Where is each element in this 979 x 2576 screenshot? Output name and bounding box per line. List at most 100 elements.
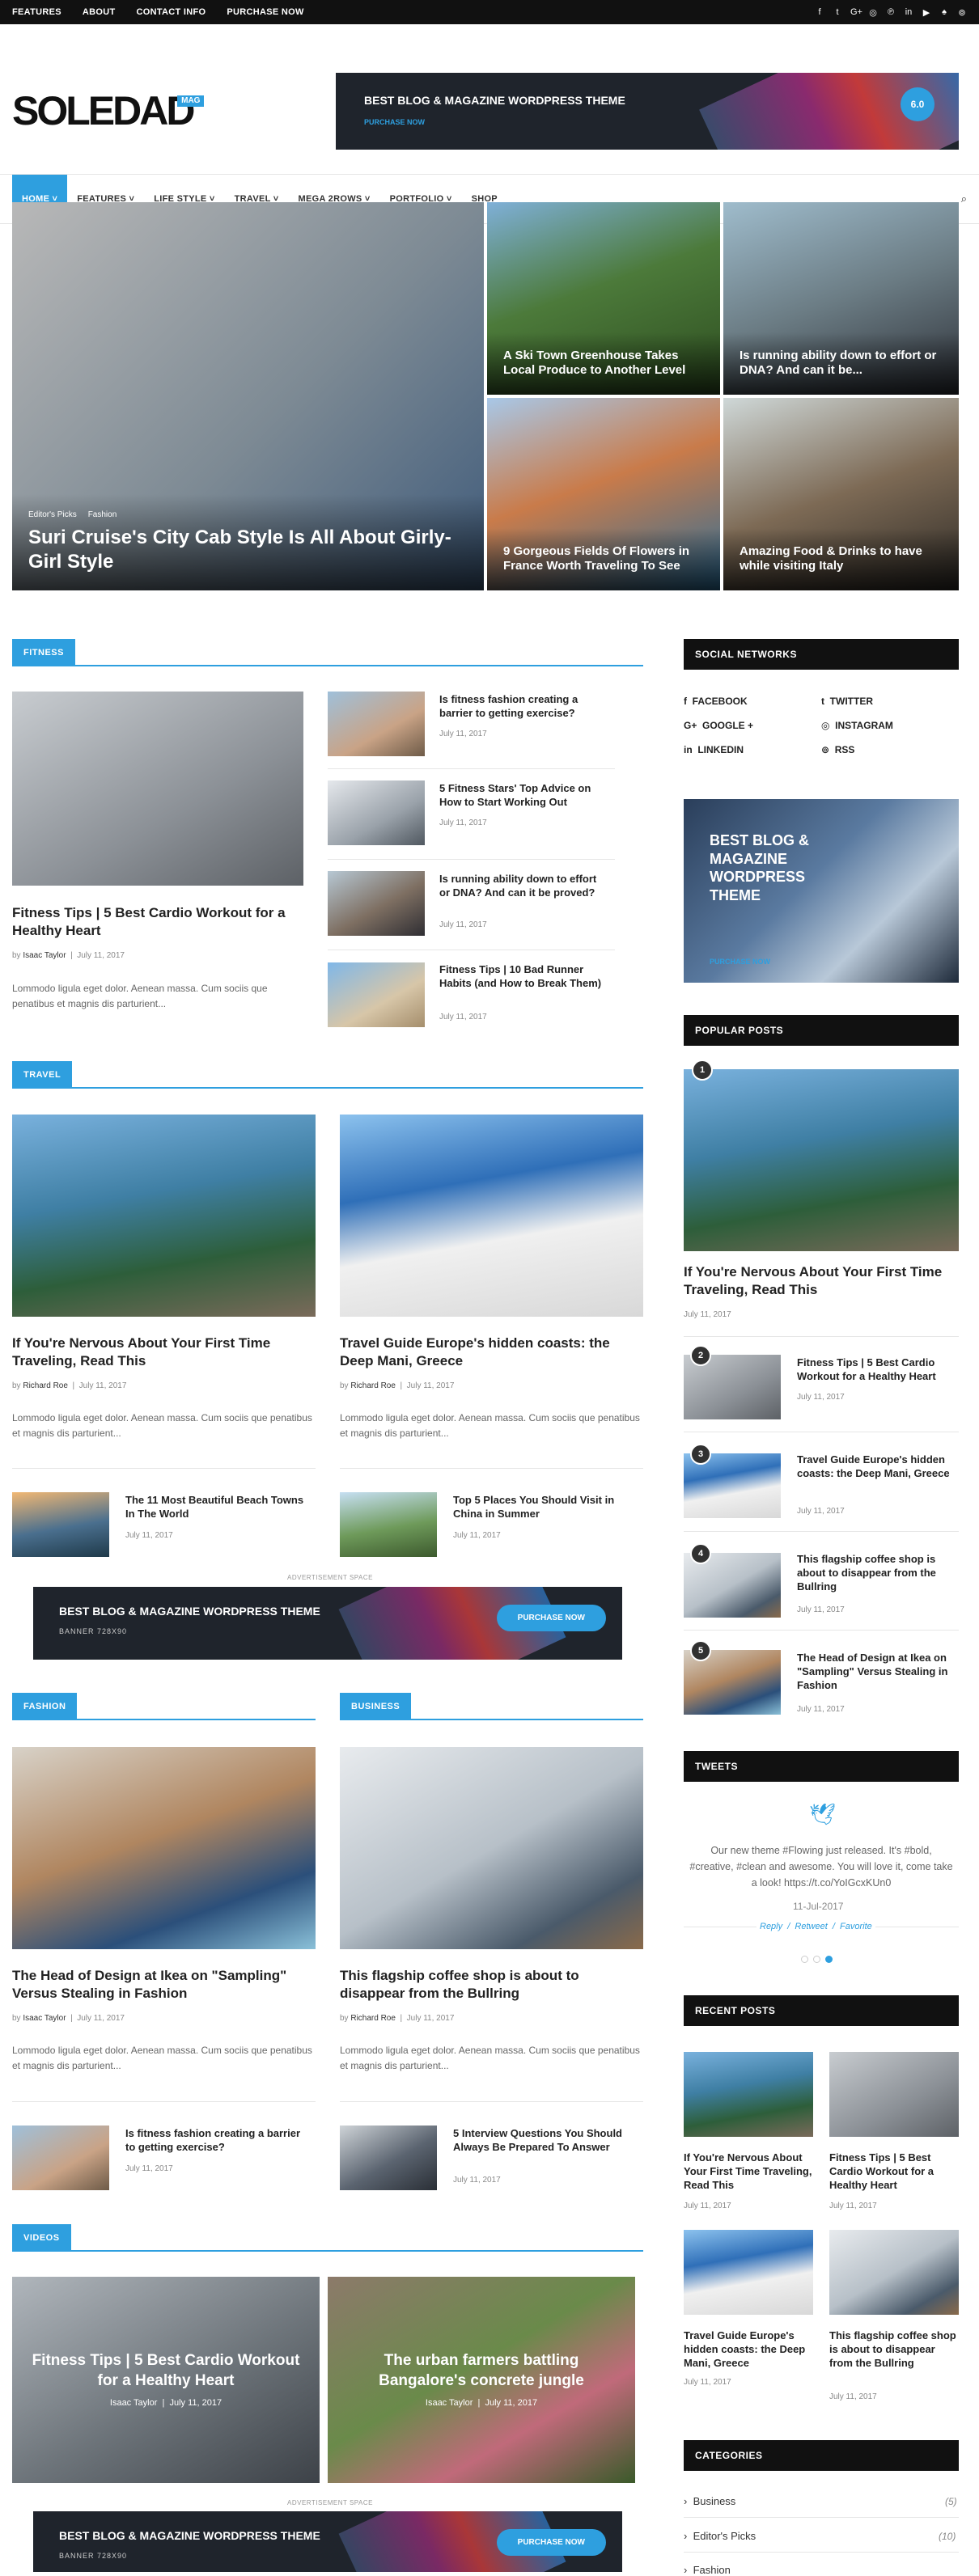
recent-title[interactable]: Fitness Tips | 5 Best Cardio Workout for… (829, 2151, 959, 2193)
section-heading-label[interactable]: FITNESS (12, 639, 75, 666)
list-item-title[interactable]: Is running ability down to effort or DNA… (439, 873, 609, 900)
video-title[interactable]: Fitness Tips | 5 Best Cardio Workout for… (24, 2351, 307, 2391)
featured-item[interactable]: A Ski Town Greenhouse Takes Local Produc… (487, 202, 720, 395)
tweet-reply-link[interactable]: Reply (760, 1922, 782, 1931)
list-thumb[interactable] (12, 2126, 109, 2190)
popular-title[interactable]: If You're Nervous About Your First Time … (684, 1263, 951, 1299)
featured-main[interactable]: Editor's Picks Fashion Suri Cruise's City… (12, 202, 484, 590)
sidebar-banner[interactable]: BEST BLOG & MAGAZINE WORDPRESS THEME PUR… (684, 799, 959, 983)
fitness-main-title[interactable]: Fitness Tips | 5 Best Cardio Workout for… (12, 904, 312, 940)
post-author[interactable]: Richard Roe (350, 1381, 396, 1390)
popular-title[interactable]: Fitness Tips | 5 Best Cardio Workout for… (797, 1356, 959, 1384)
recent-title[interactable]: This flagship coffee shop is about to di… (829, 2329, 959, 2371)
youtube-icon[interactable]: ▶ (922, 7, 931, 18)
featured-main-title[interactable]: Suri Cruise's City Cab Style Is All Abou… (28, 526, 468, 574)
tweet-retweet-link[interactable]: Retweet (795, 1922, 827, 1931)
post-author[interactable]: Richard Roe (350, 2014, 396, 2023)
list-item-title[interactable]: Fitness Tips | 10 Bad Runner Habits (and… (439, 963, 609, 991)
recent-title[interactable]: Travel Guide Europe's hidden coasts: the… (684, 2329, 813, 2371)
header-banner-cta[interactable]: PURCHASE NOW (364, 118, 425, 126)
google-plus-icon[interactable]: G+ (850, 7, 862, 18)
section-heading-label[interactable]: FASHION (12, 1693, 78, 1720)
list-item-title[interactable]: Top 5 Places You Should Visit in China i… (453, 1494, 639, 1521)
list-thumb[interactable] (328, 962, 425, 1027)
featured-item-title[interactable]: Amazing Food & Drinks to have while visi… (740, 544, 943, 575)
popular-main-image[interactable] (684, 1069, 959, 1251)
pagination-dot-active[interactable] (825, 1956, 833, 1963)
recent-thumb[interactable] (684, 2052, 813, 2137)
section-heading-label[interactable]: VIDEOS (12, 2224, 71, 2252)
list-item-title[interactable]: 5 Interview Questions You Should Always … (453, 2127, 639, 2155)
category-item[interactable]: › Business (684, 2495, 735, 2507)
header-banner[interactable]: BEST BLOG & MAGAZINE WORDPRESS THEME PUR… (336, 73, 959, 150)
travel-image[interactable] (12, 1115, 316, 1317)
list-thumb[interactable] (12, 1492, 109, 1557)
list-item-title[interactable]: 5 Fitness Stars' Top Advice on How to St… (439, 782, 609, 810)
linkedin-icon[interactable]: in (904, 7, 913, 18)
post-author[interactable]: Isaac Taylor (23, 951, 66, 960)
featured-item[interactable]: Is running ability down to effort or DNA… (723, 202, 959, 395)
pinterest-icon[interactable]: ℗ (886, 7, 896, 18)
snapchat-icon[interactable]: ♠ (939, 7, 949, 18)
site-logo[interactable]: SOLEDAD MAG (12, 91, 205, 131)
list-thumb[interactable] (340, 2126, 437, 2190)
search-icon[interactable]: ⌕ (961, 192, 967, 205)
list-item-title[interactable]: Is fitness fashion creating a barrier to… (439, 693, 609, 721)
social-linkedin[interactable]: in LINKEDIN (684, 744, 744, 755)
video-title[interactable]: The urban farmers battling Bangalore's c… (340, 2351, 623, 2391)
list-thumb[interactable] (328, 871, 425, 936)
social-rss[interactable]: ⊚ RSS (821, 744, 854, 755)
fashion-title[interactable]: The Head of Design at Ikea on "Sampling"… (12, 1967, 320, 2003)
recent-thumb[interactable] (684, 2230, 813, 2315)
recent-thumb[interactable] (829, 2052, 959, 2137)
featured-item-title[interactable]: 9 Gorgeous Fields Of Flowers in France W… (503, 544, 704, 575)
recent-thumb[interactable] (829, 2230, 959, 2315)
section-heading-label[interactable]: BUSINESS (340, 1693, 412, 1720)
top-menu-about[interactable]: ABOUT (83, 7, 116, 17)
list-thumb[interactable] (340, 1492, 437, 1557)
facebook-icon[interactable]: f (815, 7, 824, 18)
video-card[interactable]: Fitness Tips | 5 Best Cardio Workout for… (12, 2277, 320, 2483)
ad-cta-button[interactable]: PURCHASE NOW (496, 1605, 606, 1631)
list-thumb[interactable] (328, 692, 425, 756)
post-author[interactable]: Richard Roe (23, 1381, 68, 1390)
social-instagram[interactable]: ◎ INSTAGRAM (821, 720, 893, 731)
featured-item-title[interactable]: A Ski Town Greenhouse Takes Local Produc… (503, 349, 704, 379)
category-item[interactable]: › Fashion (684, 2564, 731, 2576)
ad-cta-button[interactable]: PURCHASE NOW (496, 2529, 606, 2556)
list-thumb[interactable] (328, 780, 425, 845)
featured-item[interactable]: 9 Gorgeous Fields Of Flowers in France W… (487, 398, 720, 590)
instagram-icon[interactable]: ◎ (868, 7, 878, 18)
section-heading-label[interactable]: TRAVEL (12, 1061, 73, 1089)
travel-title[interactable]: If You're Nervous About Your First Time … (12, 1335, 320, 1370)
twitter-icon[interactable]: t (833, 7, 842, 18)
featured-item-title[interactable]: Is running ability down to effort or DNA… (740, 349, 943, 379)
popular-title[interactable]: Travel Guide Europe's hidden coasts: the… (797, 1453, 959, 1481)
travel-image[interactable] (340, 1115, 643, 1317)
sidebar-banner-cta[interactable]: PURCHASE NOW (710, 958, 770, 966)
fashion-image[interactable] (12, 1747, 316, 1949)
list-item-title[interactable]: The 11 Most Beautiful Beach Towns In The… (125, 1494, 312, 1521)
recent-title[interactable]: If You're Nervous About Your First Time … (684, 2151, 813, 2193)
top-menu-contact[interactable]: CONTACT INFO (136, 7, 206, 17)
business-title[interactable]: This flagship coffee shop is about to di… (340, 1967, 647, 2003)
social-google[interactable]: G+ GOOGLE + (684, 720, 753, 731)
list-item-title[interactable]: Is fitness fashion creating a barrier to… (125, 2127, 312, 2155)
top-menu-features[interactable]: FEATURES (12, 7, 61, 17)
ad-banner[interactable]: BEST BLOG & MAGAZINE WORDPRESS THEME BAN… (33, 1587, 622, 1660)
ad-banner[interactable]: BEST BLOG & MAGAZINE WORDPRESS THEME BAN… (33, 2511, 622, 2572)
top-menu-purchase[interactable]: PURCHASE NOW (227, 7, 303, 17)
popular-title[interactable]: This flagship coffee shop is about to di… (797, 1553, 959, 1594)
pagination-dot[interactable] (801, 1956, 808, 1963)
fitness-main-image[interactable] (12, 692, 303, 886)
category-item[interactable]: › Editor's Picks (684, 2530, 756, 2542)
tweet-favorite-link[interactable]: Favorite (840, 1922, 872, 1931)
rss-icon[interactable]: ⊚ (957, 7, 967, 18)
social-twitter[interactable]: t TWITTER (821, 696, 873, 707)
business-image[interactable] (340, 1747, 643, 1949)
popular-title[interactable]: The Head of Design at Ikea on "Sampling"… (797, 1652, 959, 1693)
video-card[interactable]: The urban farmers battling Bangalore's c… (328, 2277, 635, 2483)
tag-editors-picks[interactable]: Editor's Picks (28, 510, 77, 519)
tag-fashion[interactable]: Fashion (88, 510, 117, 519)
travel-title[interactable]: Travel Guide Europe's hidden coasts: the… (340, 1335, 647, 1370)
